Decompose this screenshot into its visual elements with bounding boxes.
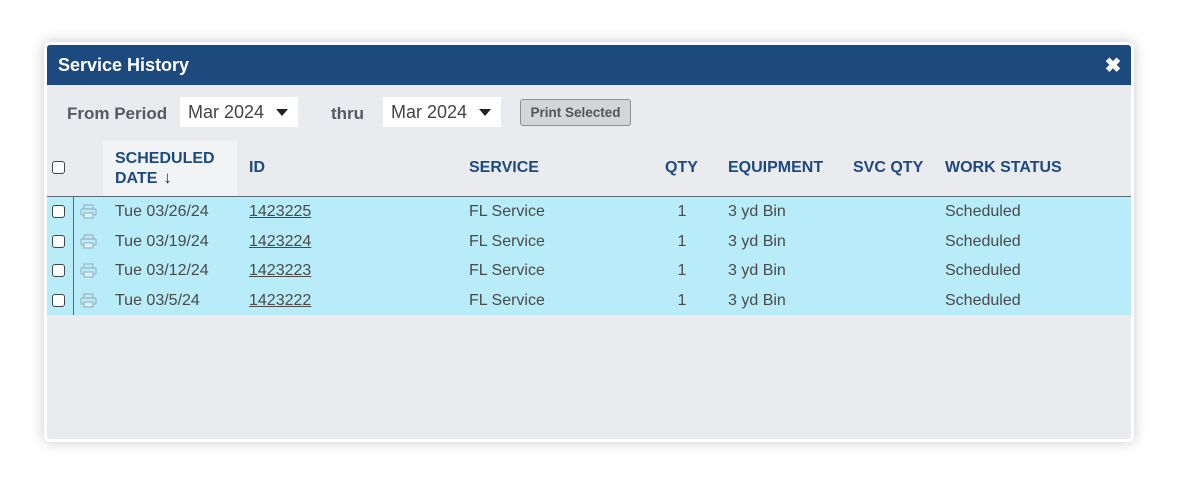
dialog-title: Service History — [58, 54, 190, 75]
table-body: Tue 03/26/24 1423225 FL Service 1 3 yd Bin Sc… — [47, 197, 1131, 315]
svc-qty-column-header[interactable]: SVC QTY — [853, 159, 923, 177]
work-status-column-header[interactable]: WORK STATUS — [945, 159, 1062, 177]
caret-down-icon — [276, 109, 288, 116]
period-filter-bar: From Period Mar 2024 thru Mar 2024 Print… — [47, 85, 1131, 141]
service-cell: FL Service — [469, 262, 545, 279]
qty-cell: 1 — [677, 232, 687, 250]
row-select-checkbox[interactable] — [52, 264, 65, 277]
row-select-checkbox[interactable] — [52, 234, 65, 248]
printer-icon[interactable] — [80, 292, 97, 313]
work-status-cell: Scheduled — [945, 291, 1021, 309]
row-select-checkbox[interactable] — [52, 205, 65, 218]
equipment-cell: 3 yd Bin — [728, 203, 786, 220]
scheduled-date-cell: Tue 03/5/24 — [115, 291, 200, 309]
close-icon[interactable]: ✖ — [1103, 53, 1123, 78]
from-period-label: From Period — [67, 104, 168, 123]
thru-label: thru — [331, 104, 365, 123]
equipment-cell: 3 yd Bin — [728, 262, 786, 279]
work-status-cell: Scheduled — [945, 232, 1021, 250]
row-divider — [73, 285, 74, 315]
row-divider — [73, 197, 74, 227]
row-divider — [73, 256, 74, 286]
service-id-link[interactable]: 1423224 — [249, 233, 311, 251]
table-header: SCHEDULED DATE ↓ ID SERVICE QTY EQUIPMENT… — [47, 141, 1131, 197]
qty-column-header[interactable]: QTY — [665, 159, 698, 177]
id-column-header[interactable]: ID — [249, 159, 265, 177]
from-period-select[interactable]: Mar 2024 — [180, 97, 298, 127]
caret-down-icon — [479, 109, 491, 116]
service-cell: FL Service — [469, 232, 545, 250]
scheduled-date-cell: Tue 03/19/24 — [115, 232, 209, 250]
service-cell: FL Service — [469, 291, 545, 309]
scheduled-date-column-header[interactable]: SCHEDULED DATE ↓ — [103, 141, 237, 196]
table-row: Tue 03/19/24 1423224 FL Service 1 3 yd Bin Sc… — [47, 226, 1131, 256]
qty-cell: 1 — [677, 262, 687, 279]
row-select-checkbox[interactable] — [52, 293, 65, 307]
printer-icon[interactable] — [80, 233, 97, 254]
row-divider — [73, 226, 74, 256]
service-id-link[interactable]: 1423225 — [249, 203, 311, 221]
table-row: Tue 03/5/24 1423222 FL Service 1 3 yd Bin Sch… — [47, 285, 1131, 315]
table-row: Tue 03/26/24 1423225 FL Service 1 3 yd Bin Sc… — [47, 197, 1131, 227]
thru-period-select[interactable]: Mar 2024 — [383, 97, 501, 127]
work-status-cell: Scheduled — [945, 262, 1021, 279]
printer-icon[interactable] — [80, 204, 97, 224]
equipment-cell: 3 yd Bin — [728, 232, 786, 250]
qty-cell: 1 — [677, 291, 687, 309]
scheduled-header-line1: SCHEDULED — [115, 150, 215, 167]
service-column-header[interactable]: SERVICE — [469, 159, 539, 177]
service-history-dialog: Service History ✖ From Period Mar 2024 t… — [44, 42, 1134, 442]
from-period-value: Mar 2024 — [188, 101, 265, 122]
work-status-cell: Scheduled — [945, 203, 1021, 220]
printer-icon[interactable] — [80, 263, 97, 283]
select-all-checkbox[interactable] — [52, 161, 65, 174]
thru-period-value: Mar 2024 — [391, 101, 468, 122]
dialog-titlebar: Service History ✖ — [47, 45, 1131, 85]
scheduled-date-cell: Tue 03/26/24 — [115, 203, 209, 220]
service-id-link[interactable]: 1423223 — [249, 262, 311, 280]
service-id-link[interactable]: 1423222 — [249, 292, 311, 310]
service-cell: FL Service — [469, 203, 545, 220]
equipment-column-header[interactable]: EQUIPMENT — [728, 159, 823, 177]
equipment-cell: 3 yd Bin — [728, 291, 786, 309]
scheduled-date-cell: Tue 03/12/24 — [115, 262, 209, 279]
table-row: Tue 03/12/24 1423223 FL Service 1 3 yd Bin Sc… — [47, 256, 1131, 286]
qty-cell: 1 — [677, 203, 687, 220]
scheduled-header-line2: DATE — [115, 170, 158, 187]
print-selected-button[interactable]: Print Selected — [520, 99, 631, 126]
sort-desc-arrow-icon: ↓ — [163, 168, 172, 187]
